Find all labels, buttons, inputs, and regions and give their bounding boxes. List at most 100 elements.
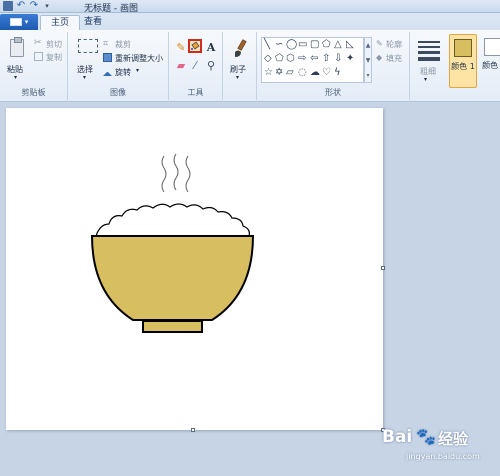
rectangle-shape-icon[interactable]: ▭ xyxy=(298,40,307,50)
up-arrow-shape-icon[interactable]: ⇧ xyxy=(322,54,330,64)
brush-icon[interactable] xyxy=(232,39,250,59)
curve-shape-icon[interactable]: ∽ xyxy=(275,40,283,50)
rounded-rectangle-shape-icon[interactable]: ▢ xyxy=(310,40,319,50)
bowl-body xyxy=(90,235,255,321)
copy-button[interactable]: 复制 xyxy=(46,52,62,63)
shapes-gallery[interactable]: ╲ ∽ ◯ ▭ ▢ ⬠ △ ◺ ◇ ⬠ ⬡ ⇨ ⇦ ⇧ ⇩ ✦ ☆ ✡ ▱ ◌ … xyxy=(261,37,364,83)
diamond-shape-icon[interactable]: ◇ xyxy=(264,54,272,64)
triangle-shape-icon[interactable]: △ xyxy=(334,40,342,50)
redo-icon[interactable]: ↷ xyxy=(29,1,39,11)
color-1-swatch xyxy=(454,39,472,57)
drawing-canvas[interactable] xyxy=(6,108,383,430)
color-2-label: 颜色 2 xyxy=(482,61,500,70)
size-button-label[interactable]: 粗细 xyxy=(420,66,436,77)
resize-button[interactable]: 重新调整大小 xyxy=(115,53,163,64)
cut-button[interactable]: 剪切 xyxy=(46,39,62,50)
rotate-icon xyxy=(103,67,112,76)
line-shape-icon[interactable]: ╲ xyxy=(264,40,270,50)
watermark: Bai 🐾 经验 jingyan.baidu.com xyxy=(356,425,496,471)
canvas-resize-handle-bottom[interactable] xyxy=(191,428,195,432)
shapes-gallery-scroll[interactable]: ▲ ▼ ▾ xyxy=(364,37,372,83)
image-group-label: 图像 xyxy=(110,88,126,97)
paint-menu-button[interactable]: ▾ xyxy=(0,14,38,30)
lightning-shape-icon[interactable]: ϟ xyxy=(334,68,341,78)
watermark-brand: Bai xyxy=(382,427,413,447)
watermark-brand-suffix: 经验 xyxy=(438,430,469,448)
shapes-group-label: 形状 xyxy=(325,88,341,97)
watermark-url: jingyan.baidu.com xyxy=(406,452,480,461)
color-2-selector[interactable]: 颜色 2 xyxy=(480,34,500,88)
tools-group-label: 工具 xyxy=(187,88,204,97)
select-dropdown-icon[interactable]: ▾ xyxy=(83,74,86,81)
crop-button[interactable]: 裁剪 xyxy=(115,39,131,50)
outline-button[interactable]: 轮廓 xyxy=(386,39,402,50)
oval-callout-shape-icon[interactable]: ◌ xyxy=(298,68,307,78)
line-size-icon[interactable] xyxy=(418,41,440,64)
undo-icon[interactable]: ↶ xyxy=(16,1,26,11)
polygon-shape-icon[interactable]: ⬠ xyxy=(322,40,331,50)
save-icon[interactable] xyxy=(3,1,13,11)
eraser-icon[interactable]: ▰ xyxy=(174,59,188,73)
pentagon-shape-icon[interactable]: ⬠ xyxy=(275,54,284,64)
paint-menu-icon xyxy=(9,18,22,26)
steam-line xyxy=(185,155,191,193)
right-arrow-shape-icon[interactable]: ⇨ xyxy=(298,54,306,64)
fill-icon[interactable] xyxy=(188,39,202,53)
rotate-button[interactable]: 旋转 xyxy=(115,67,131,78)
ribbon: 粘贴 ▾ ✂ 剪切 复制 剪贴板 选择 ▾ ⌗ 裁剪 重新调整大小 旋转 ▾ 图… xyxy=(0,30,500,102)
shapes-group: ╲ ∽ ◯ ▭ ▢ ⬠ △ ◺ ◇ ⬠ ⬡ ⇨ ⇦ ⇧ ⇩ ✦ ☆ ✡ ▱ ◌ … xyxy=(257,32,410,100)
customize-toolbar-icon[interactable]: ▾ xyxy=(42,1,52,11)
size-dropdown-icon[interactable]: ▾ xyxy=(424,76,427,83)
four-point-star-shape-icon[interactable]: ✦ xyxy=(346,54,354,64)
rounded-callout-shape-icon[interactable]: ▱ xyxy=(286,68,294,78)
quick-access-toolbar: ↶ ↷ ▾ xyxy=(3,1,52,11)
left-arrow-shape-icon[interactable]: ⇦ xyxy=(310,54,318,64)
title-bar: ↶ ↷ ▾ 无标题 - 画图 xyxy=(0,0,500,14)
brushes-group: 刷子 ▾ xyxy=(223,32,257,100)
color-1-label: 颜色 1 xyxy=(451,62,475,71)
cloud-callout-shape-icon[interactable]: ☁ xyxy=(310,68,320,78)
rotate-dropdown-icon[interactable]: ▾ xyxy=(136,67,139,74)
heart-shape-icon[interactable]: ♡ xyxy=(322,68,331,78)
fill-button[interactable]: 填充 xyxy=(386,53,402,64)
size-group: 粗细 ▾ xyxy=(410,32,446,100)
canvas-workspace xyxy=(0,103,500,476)
bowl-base xyxy=(142,320,203,333)
color-picker-icon[interactable]: ⁄ xyxy=(188,59,202,73)
magnifier-icon[interactable]: ⚲ xyxy=(204,59,218,73)
select-icon[interactable] xyxy=(78,39,98,53)
fill-shape-icon: ◆ xyxy=(376,53,383,62)
steam-line xyxy=(161,155,167,193)
canvas-resize-handle-right[interactable] xyxy=(381,266,385,270)
cut-icon: ✂ xyxy=(34,38,42,48)
right-triangle-shape-icon[interactable]: ◺ xyxy=(346,40,354,50)
oval-shape-icon[interactable]: ◯ xyxy=(286,40,297,50)
tab-view[interactable]: 查看 xyxy=(74,15,112,30)
ribbon-tab-row: ▾ 主页 查看 xyxy=(0,13,500,30)
clipboard-group-label: 剪贴板 xyxy=(21,88,46,97)
rice-mound xyxy=(95,203,250,237)
text-icon[interactable]: A xyxy=(204,41,218,55)
paste-dropdown-icon[interactable]: ▾ xyxy=(14,74,17,81)
image-group: 选择 ▾ ⌗ 裁剪 重新调整大小 旋转 ▾ 图像 xyxy=(68,32,169,100)
paste-icon[interactable] xyxy=(10,37,24,57)
color-1-selector[interactable]: 颜色 1 xyxy=(449,34,477,88)
brushes-dropdown-icon[interactable]: ▾ xyxy=(236,74,239,81)
paint-bucket-glyph xyxy=(190,41,200,51)
crop-icon: ⌗ xyxy=(103,39,109,49)
hexagon-shape-icon[interactable]: ⬡ xyxy=(286,54,295,64)
down-arrow-shape-icon[interactable]: ⇩ xyxy=(334,54,342,64)
six-point-star-shape-icon[interactable]: ✡ xyxy=(275,68,283,78)
five-point-star-shape-icon[interactable]: ☆ xyxy=(264,68,273,78)
resize-icon xyxy=(103,53,112,62)
bowl-drawing xyxy=(90,153,255,333)
clipboard-group: 粘贴 ▾ ✂ 剪切 复制 剪贴板 xyxy=(0,32,68,100)
paw-icon: 🐾 xyxy=(416,427,436,446)
outline-icon: ✎ xyxy=(376,39,383,48)
chevron-down-icon: ▾ xyxy=(24,18,29,26)
copy-icon xyxy=(34,52,43,61)
color-2-swatch xyxy=(484,38,500,56)
tools-group: ✎ A ▰ ⁄ ⚲ 工具 xyxy=(169,32,223,100)
pencil-icon[interactable]: ✎ xyxy=(174,41,188,55)
steam-line xyxy=(173,153,179,191)
